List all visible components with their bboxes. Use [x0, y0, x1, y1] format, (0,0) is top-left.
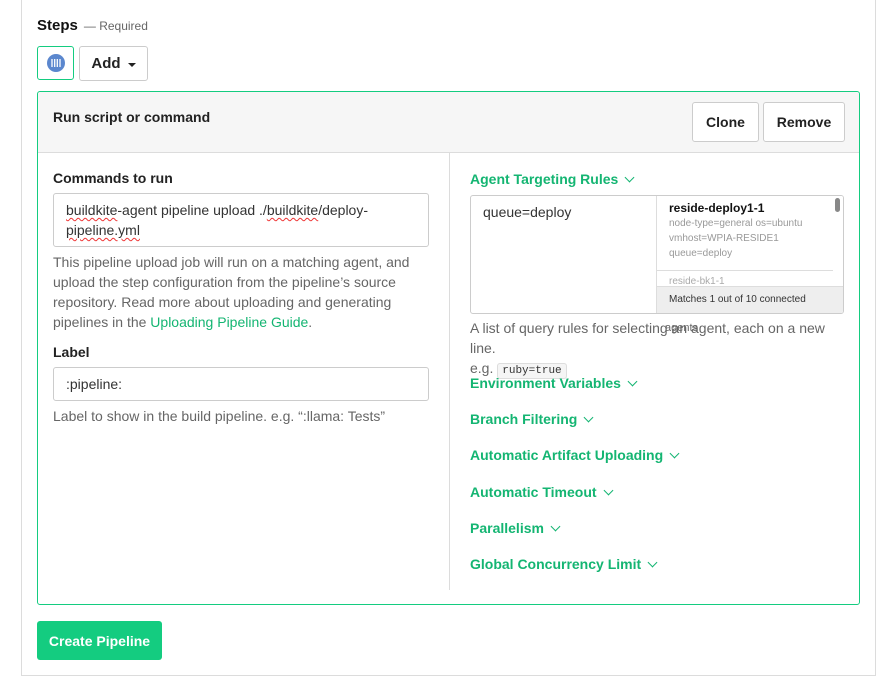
chevron-down-icon: [603, 485, 613, 495]
agents-scrollbar[interactable]: [835, 198, 840, 212]
label-input-value: :pipeline:: [66, 376, 123, 392]
section-title: Global Concurrency Limit: [470, 556, 642, 572]
commands-input[interactable]: buildkite-agent pipeline upload ./buildk…: [53, 193, 429, 247]
parallelism-toggle[interactable]: Parallelism: [470, 520, 561, 536]
chevron-down-icon: [647, 557, 658, 567]
steps-header: Steps — Required: [37, 17, 148, 34]
label-help: Label to show in the build pipeline. e.g…: [53, 408, 386, 424]
agent-targeting-help: A list of query rules for selecting an a…: [470, 318, 846, 381]
commands-text-2: -agent pipeline upload ./: [117, 202, 267, 218]
agent-item[interactable]: reside-bk1-1: [669, 276, 725, 286]
steps-required-note: — Required: [83, 19, 148, 33]
clone-button[interactable]: Clone: [692, 102, 759, 142]
agent-targeting-eg: e.g.: [470, 360, 494, 376]
chevron-down-icon: [624, 172, 635, 182]
branch-filtering-toggle[interactable]: Branch Filtering: [470, 411, 594, 427]
commands-label: Commands to run: [53, 170, 173, 186]
section-title: Parallelism: [470, 520, 544, 536]
artifact-uploading-toggle[interactable]: Automatic Artifact Uploading: [470, 447, 680, 463]
section-title: Environment Variables: [470, 375, 621, 391]
automatic-timeout-toggle[interactable]: Automatic Timeout: [470, 484, 613, 500]
chevron-down-icon: [583, 412, 594, 422]
remove-button[interactable]: Remove: [763, 102, 845, 142]
agent-targeting-title: Agent Targeting Rules: [470, 171, 619, 187]
uploading-guide-link[interactable]: Uploading Pipeline Guide: [150, 314, 308, 330]
agent-divider: [657, 270, 833, 271]
add-step-button[interactable]: Add: [79, 46, 148, 81]
label-field-label: Label: [53, 344, 90, 360]
commands-help: This pipeline upload job will run on a m…: [53, 252, 429, 332]
label-input[interactable]: :pipeline:: [53, 367, 429, 401]
environment-variables-toggle[interactable]: Environment Variables: [470, 375, 638, 391]
commands-text-4: /deploy-: [318, 202, 369, 218]
agent-targeting-toggle[interactable]: Agent Targeting Rules: [470, 171, 635, 187]
agent-meta: queue=deploy: [669, 248, 733, 259]
create-pipeline-button[interactable]: Create Pipeline: [37, 621, 162, 660]
steps-title: Steps: [37, 17, 78, 34]
chevron-down-icon: [550, 521, 561, 531]
matching-agents-list: reside-deploy1-1 node-type=general os=ub…: [656, 196, 843, 313]
commands-text-5: pipeline.yml: [66, 222, 140, 238]
command-step-icon: [46, 54, 65, 72]
step-chip-command[interactable]: [37, 46, 74, 80]
agent-name: reside-deploy1-1: [669, 201, 765, 215]
section-title: Automatic Artifact Uploading: [470, 447, 664, 463]
step-panel-title: Run script or command: [53, 109, 211, 125]
concurrency-limit-toggle[interactable]: Global Concurrency Limit: [470, 556, 658, 572]
agent-item[interactable]: reside-deploy1-1 node-type=general os=ub…: [669, 201, 829, 261]
caret-down-icon: [127, 63, 136, 67]
agent-targeting-help-text: A list of query rules for selecting an a…: [470, 320, 825, 356]
agent-meta: node-type=general os=ubuntu: [669, 218, 803, 229]
column-divider: [449, 153, 450, 590]
agent-targeting-input[interactable]: queue=deploy reside-deploy1-1 node-type=…: [470, 195, 844, 314]
chevron-down-icon: [669, 448, 680, 458]
step-panel: Run script or command Clone Remove Comma…: [37, 91, 860, 605]
agents-overlay-text: agents: [665, 322, 699, 334]
section-title: Branch Filtering: [470, 411, 578, 427]
section-title: Automatic Timeout: [470, 484, 597, 500]
agent-targeting-value: queue=deploy: [483, 204, 572, 220]
step-panel-header: Run script or command Clone Remove: [38, 92, 859, 153]
commands-help-end: .: [308, 314, 313, 330]
commands-text-1: buildkite: [66, 202, 118, 218]
commands-text-3: buildkite: [266, 202, 319, 218]
agents-match-count: Matches 1 out of 10 connected: [657, 286, 843, 313]
add-step-label: Add: [91, 55, 121, 72]
agent-meta: vmhost=WPIA-RESIDE1: [669, 233, 779, 244]
chevron-down-icon: [627, 376, 638, 386]
